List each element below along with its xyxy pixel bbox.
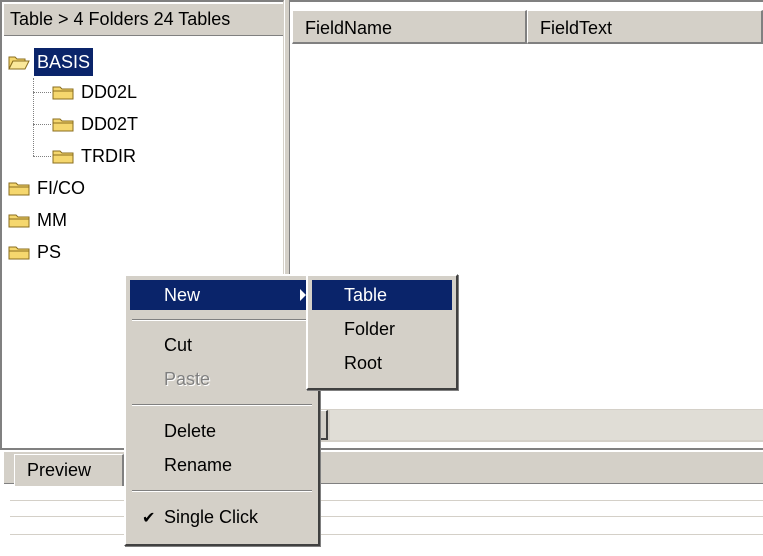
tree-item-ps[interactable]: PS [8,238,64,266]
tree-connector [33,78,34,156]
submenu-item-table[interactable]: Table [312,280,452,310]
tree-item-label: DD02T [81,114,139,134]
menu-item-single-click[interactable]: ✔ Single Click [130,502,314,532]
tree-item-mm[interactable]: MM [8,206,70,234]
tree-item-label: MM [37,210,67,230]
menu-item-cut[interactable]: Cut [130,330,314,360]
menu-item-label: Rename [164,455,233,475]
preview-grid-line [10,500,763,501]
open-folder-icon [8,56,30,70]
folder-icon [52,86,74,100]
menu-item-paste: Paste [130,364,314,394]
column-header-fieldname[interactable]: FieldName [292,10,527,44]
submenu-item-root[interactable]: Root [312,348,452,378]
checkmark-icon: ✔ [142,510,156,527]
menu-item-label: Cut [164,335,193,355]
tab-preview[interactable]: Preview [14,454,124,486]
tree-panel-header: Table > 4 Folders 24 Tables [4,4,283,36]
preview-grid-line [10,534,763,535]
menu-item-label: Folder [344,319,396,339]
tree-item-label: FI/CO [37,178,85,198]
menu-item-label: Single Click [164,507,259,527]
menu-item-label: New [164,285,201,305]
folder-icon [8,182,30,196]
folder-icon [8,214,30,228]
new-submenu: Table Folder Root [306,274,458,390]
menu-item-delete[interactable]: Delete [130,416,314,446]
menu-item-new[interactable]: New [130,280,314,310]
menu-separator [132,404,312,406]
tree-connector [33,156,51,157]
tree-item-label: TRDIR [81,146,136,166]
tree-connector [33,124,51,125]
folder-icon [52,150,74,164]
menu-item-label: Root [344,353,383,373]
menu-item-label: Delete [164,421,217,441]
scrollbar-track[interactable] [330,410,763,440]
folder-icon [52,118,74,132]
tree-item-label: DD02L [81,82,138,102]
preview-grid-line [10,516,763,517]
submenu-item-folder[interactable]: Folder [312,314,452,344]
column-header-fieldtext[interactable]: FieldText [527,10,763,44]
tree-connector [33,92,51,93]
menu-item-rename[interactable]: Rename [130,450,314,480]
tree-item-dd02l[interactable]: DD02L [52,78,140,106]
menu-item-label: Table [344,285,388,305]
context-menu: New Cut Paste Delete Rename ✔ Single Cli… [124,274,320,546]
folder-icon [8,246,30,260]
menu-separator [132,490,312,492]
tree-item-trdir[interactable]: TRDIR [52,142,139,170]
tree-item-label: PS [37,242,62,262]
tree-item-basis[interactable]: BASIS [8,47,95,77]
menu-item-label: Paste [164,369,211,389]
tree-item-fico[interactable]: FI/CO [8,174,88,202]
tree-item-label: BASIS [32,47,95,77]
menu-separator [132,319,312,321]
tree-item-dd02t[interactable]: DD02T [52,110,141,138]
